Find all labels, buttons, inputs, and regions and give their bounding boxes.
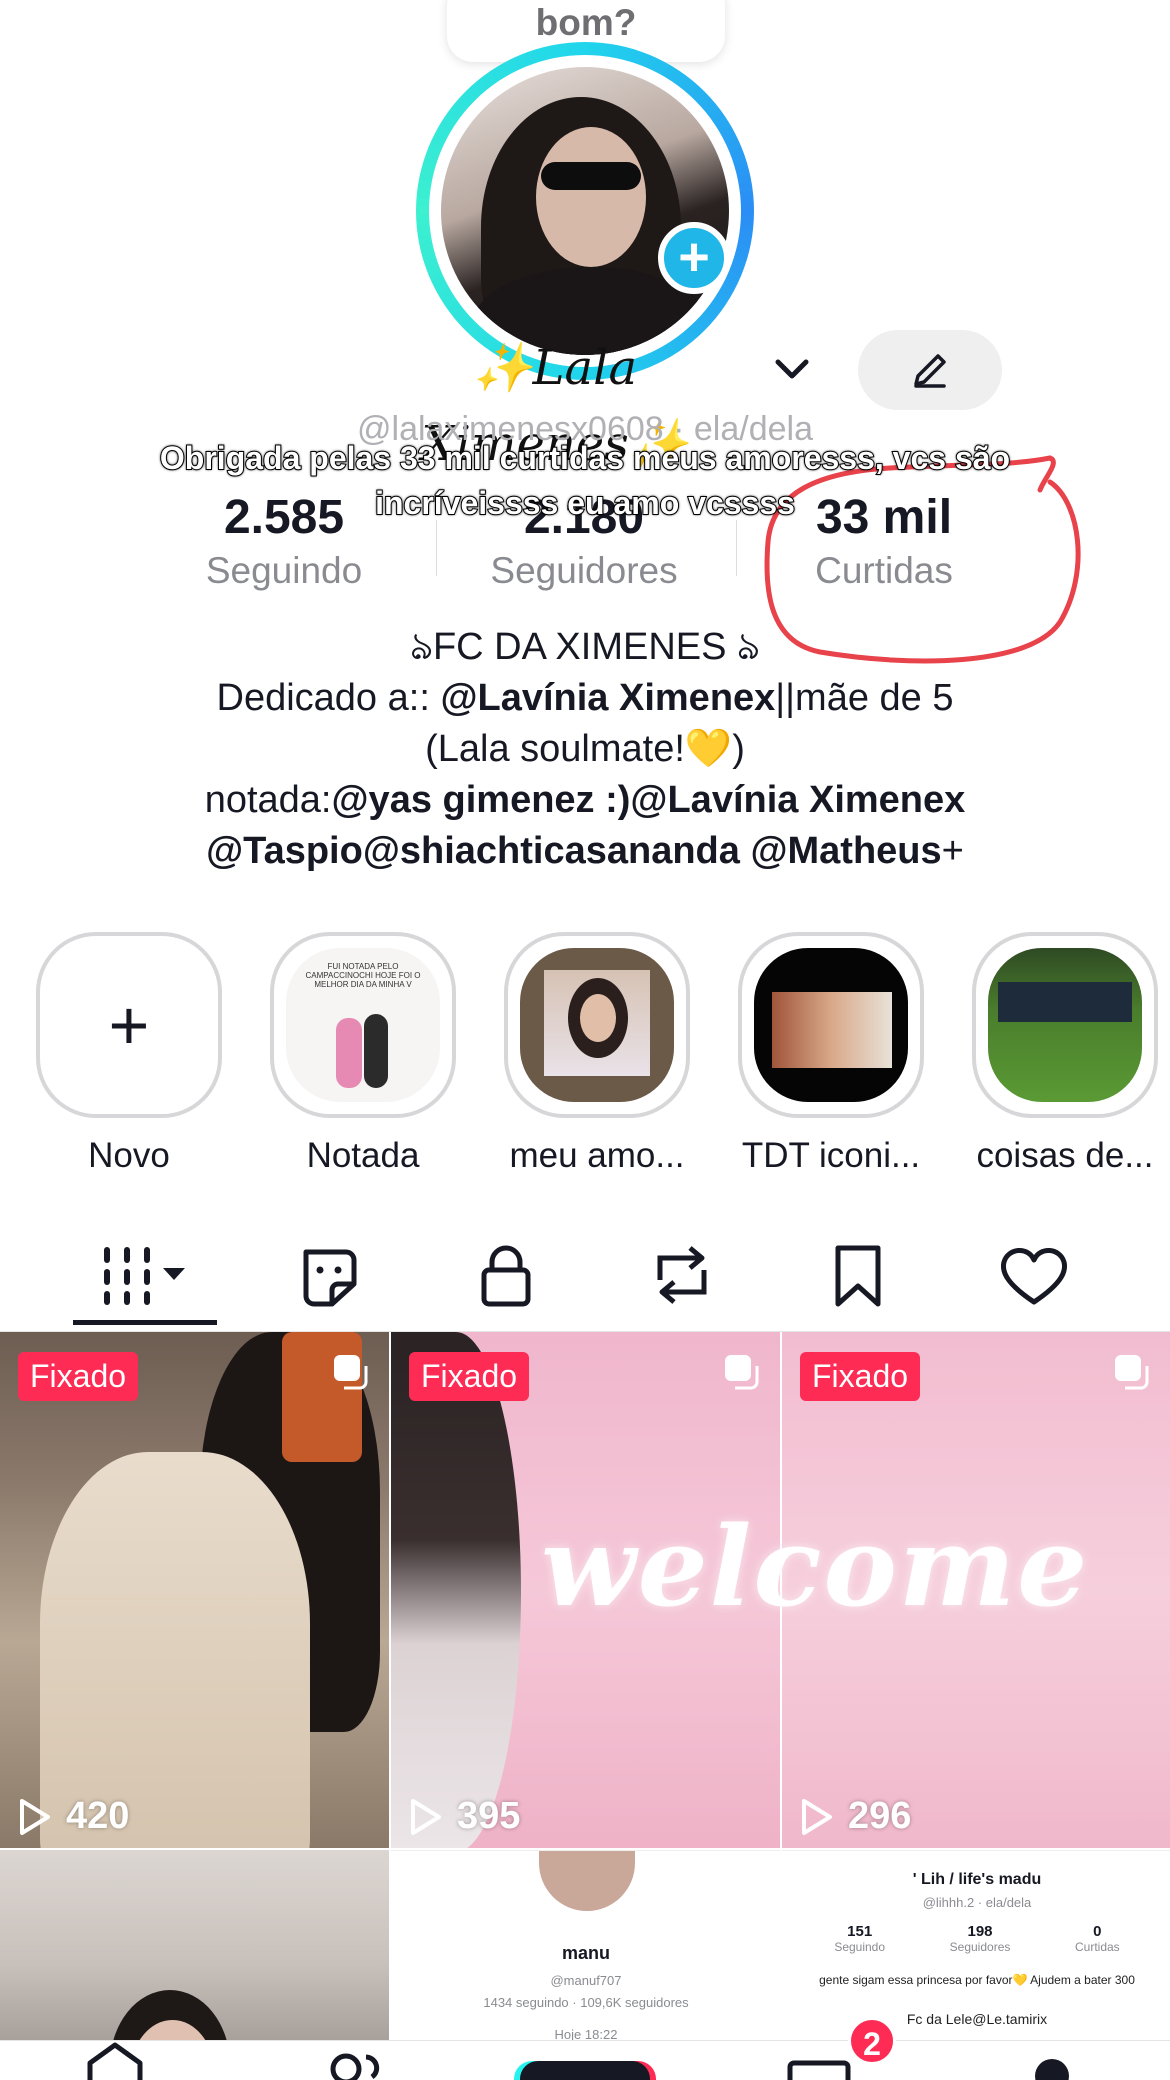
view-count: 296 (800, 1795, 911, 1838)
profile-nav-icon[interactable] (1035, 2059, 1069, 2080)
highlight-meu-amo[interactable]: meu amo... (502, 932, 692, 1176)
highlight-frame: FUI NOTADA PELO CAMPACCINOCHI HOJE FOI O… (270, 932, 456, 1118)
preview-name: manu (561, 1943, 610, 1963)
avatar (539, 1851, 635, 1911)
highlight-thumbnail (754, 948, 908, 1102)
multi-select-icon[interactable] (331, 1352, 369, 1390)
bio-line: @Taspio@shiachticasananda @Matheus+ (60, 826, 1110, 877)
video-grid: Fixado 420 welcome Fixado 395 welcome Fi… (0, 1332, 1170, 2080)
pinned-badge: Fixado (18, 1352, 139, 1401)
stat-label: Seguindo (205, 550, 363, 591)
profile-tabs (0, 1230, 1170, 1330)
highlight-thumbnail: FUI NOTADA PELO CAMPACCINOCHI HOJE FOI O… (286, 948, 440, 1102)
tab-saved[interactable] (808, 1240, 908, 1310)
highlight-label: coisas de... (976, 1136, 1154, 1175)
grid-icon (104, 1247, 185, 1305)
tab-videos[interactable] (95, 1240, 195, 1310)
tab-stickers[interactable] (280, 1240, 380, 1310)
play-icon (411, 1798, 441, 1835)
mention-link[interactable]: @Lavínia Ximenex (440, 677, 775, 719)
highlight-caption: FUI NOTADA PELO CAMPACCINOCHI HOJE FOI O… (305, 962, 421, 989)
stat-label: Seguidores (490, 550, 678, 591)
bio-line: notada:@yas gimenez :)@Lavínia Ximenex (204, 779, 966, 821)
video-thumbnail[interactable] (0, 1850, 389, 2040)
tab-reposts[interactable] (632, 1240, 732, 1310)
tab-private[interactable] (456, 1240, 556, 1310)
heart-icon (1000, 1248, 1068, 1305)
highlight-label: meu amo... (509, 1136, 685, 1175)
avatar-frame (429, 55, 741, 367)
pinned-badge: Fixado (800, 1352, 921, 1401)
highlight-label: TDT iconi... (741, 1136, 921, 1175)
friends-icon[interactable] (320, 2043, 390, 2080)
video-thumbnail[interactable]: welcome Fixado 296 (782, 1332, 1170, 1848)
mention-link[interactable]: @yas gimenez :)@Lavínia Ximenex (332, 779, 966, 821)
highlight-frame (504, 932, 690, 1118)
create-button[interactable] (520, 2061, 650, 2080)
bio-line: Dedicado a:: @Lavínia Ximenex||mãe de 5 (216, 677, 954, 719)
preview-stats: 151 Seguindo 198 Seguidores 0 Curtidas (834, 1923, 1120, 1954)
preview-time: Hoje 18:22 (554, 2027, 618, 2040)
preview-bio: Fc da Lele@Le.tamirix (906, 2011, 1048, 2027)
bookmark-icon (835, 1245, 881, 1307)
welcome-graphic: welcome (782, 1502, 1090, 1631)
active-tab-indicator (73, 1320, 217, 1325)
inbox-badge: 2 (848, 2017, 896, 2065)
video-thumbnail[interactable]: Fixado 420 (0, 1332, 389, 1848)
repost-icon (657, 1246, 707, 1304)
multi-select-icon[interactable] (1112, 1352, 1150, 1390)
highlight-frame (972, 932, 1158, 1118)
video-thumbnail[interactable]: ' Lih / life's madu @lihhh.2 · ela/dela … (782, 1850, 1170, 2040)
inbox-icon[interactable] (786, 2059, 852, 2080)
avatar[interactable] (441, 67, 729, 355)
preview-stats: 1434 seguindo · 109,6K seguidores (483, 1995, 689, 2010)
highlight-label: Novo (88, 1136, 170, 1175)
mention-link[interactable]: @Taspio@shiachticasananda @Matheus (206, 830, 942, 872)
pinned-badge: Fixado (409, 1352, 530, 1401)
plus-icon: + (108, 986, 150, 1064)
edit-profile-button[interactable] (858, 330, 1002, 410)
name-row: ✨Lala Ximenes✨ (0, 330, 1170, 472)
lock-icon (481, 1245, 531, 1307)
preview-name: ' Lih / life's madu (912, 1871, 1042, 1888)
play-icon (802, 1798, 832, 1835)
chevron-down-icon[interactable] (770, 348, 814, 392)
multi-select-icon[interactable] (722, 1352, 760, 1390)
add-story-plus-icon[interactable]: + (658, 222, 730, 294)
pencil-icon (914, 354, 946, 388)
highlight-new[interactable]: + Novo (34, 932, 224, 1176)
bio-more[interactable]: + (942, 830, 964, 872)
view-count: 420 (18, 1795, 129, 1838)
preview-handle: @lihhh.2 · ela/dela (922, 1895, 1032, 1910)
highlight-thumbnail (988, 948, 1142, 1102)
bottom-nav: 2 (0, 2017, 1170, 2080)
note-text: bom? (535, 2, 637, 43)
bio-line: (Lala soulmate!💛) (425, 728, 745, 770)
highlight-label: Notada (306, 1136, 420, 1175)
highlight-coisas[interactable]: coisas de... (970, 932, 1160, 1176)
preview-caption: gente sigam essa princesa por favor💛 Aju… (819, 1973, 1135, 1987)
sticker-icon (303, 1249, 357, 1307)
highlight-thumbnail (520, 948, 674, 1102)
story-highlights: + Novo FUI NOTADA PELO CAMPACCINOCHI HOJ… (0, 932, 1170, 1182)
view-count: 395 (409, 1795, 520, 1838)
play-icon (20, 1798, 50, 1835)
highlight-tdt[interactable]: TDT iconi... (736, 932, 926, 1176)
video-thumbnail[interactable]: welcome Fixado 395 (391, 1332, 780, 1848)
video-thumbnail[interactable]: manu @manuf707 1434 seguindo · 109,6K se… (391, 1850, 780, 2040)
overlay-caption: Obrigada pelas 33 mil curtidas meus amor… (159, 439, 1011, 522)
tab-liked[interactable] (984, 1240, 1084, 1310)
highlight-notada[interactable]: FUI NOTADA PELO CAMPACCINOCHI HOJE FOI O… (268, 932, 458, 1176)
bio-line: ঌFC DA XIMENES ঌ (410, 626, 760, 668)
home-icon[interactable] (80, 2041, 150, 2080)
profile-bio: ঌFC DA XIMENES ঌ Dedicado a:: @Lavínia X… (60, 622, 1110, 877)
welcome-graphic: welcome (541, 1502, 780, 1631)
preview-handle: @manuf707 (550, 1973, 622, 1988)
highlight-frame: + (36, 932, 222, 1118)
highlight-frame (738, 932, 924, 1118)
profile-name: ✨Lala Ximenes✨ (421, 340, 689, 472)
